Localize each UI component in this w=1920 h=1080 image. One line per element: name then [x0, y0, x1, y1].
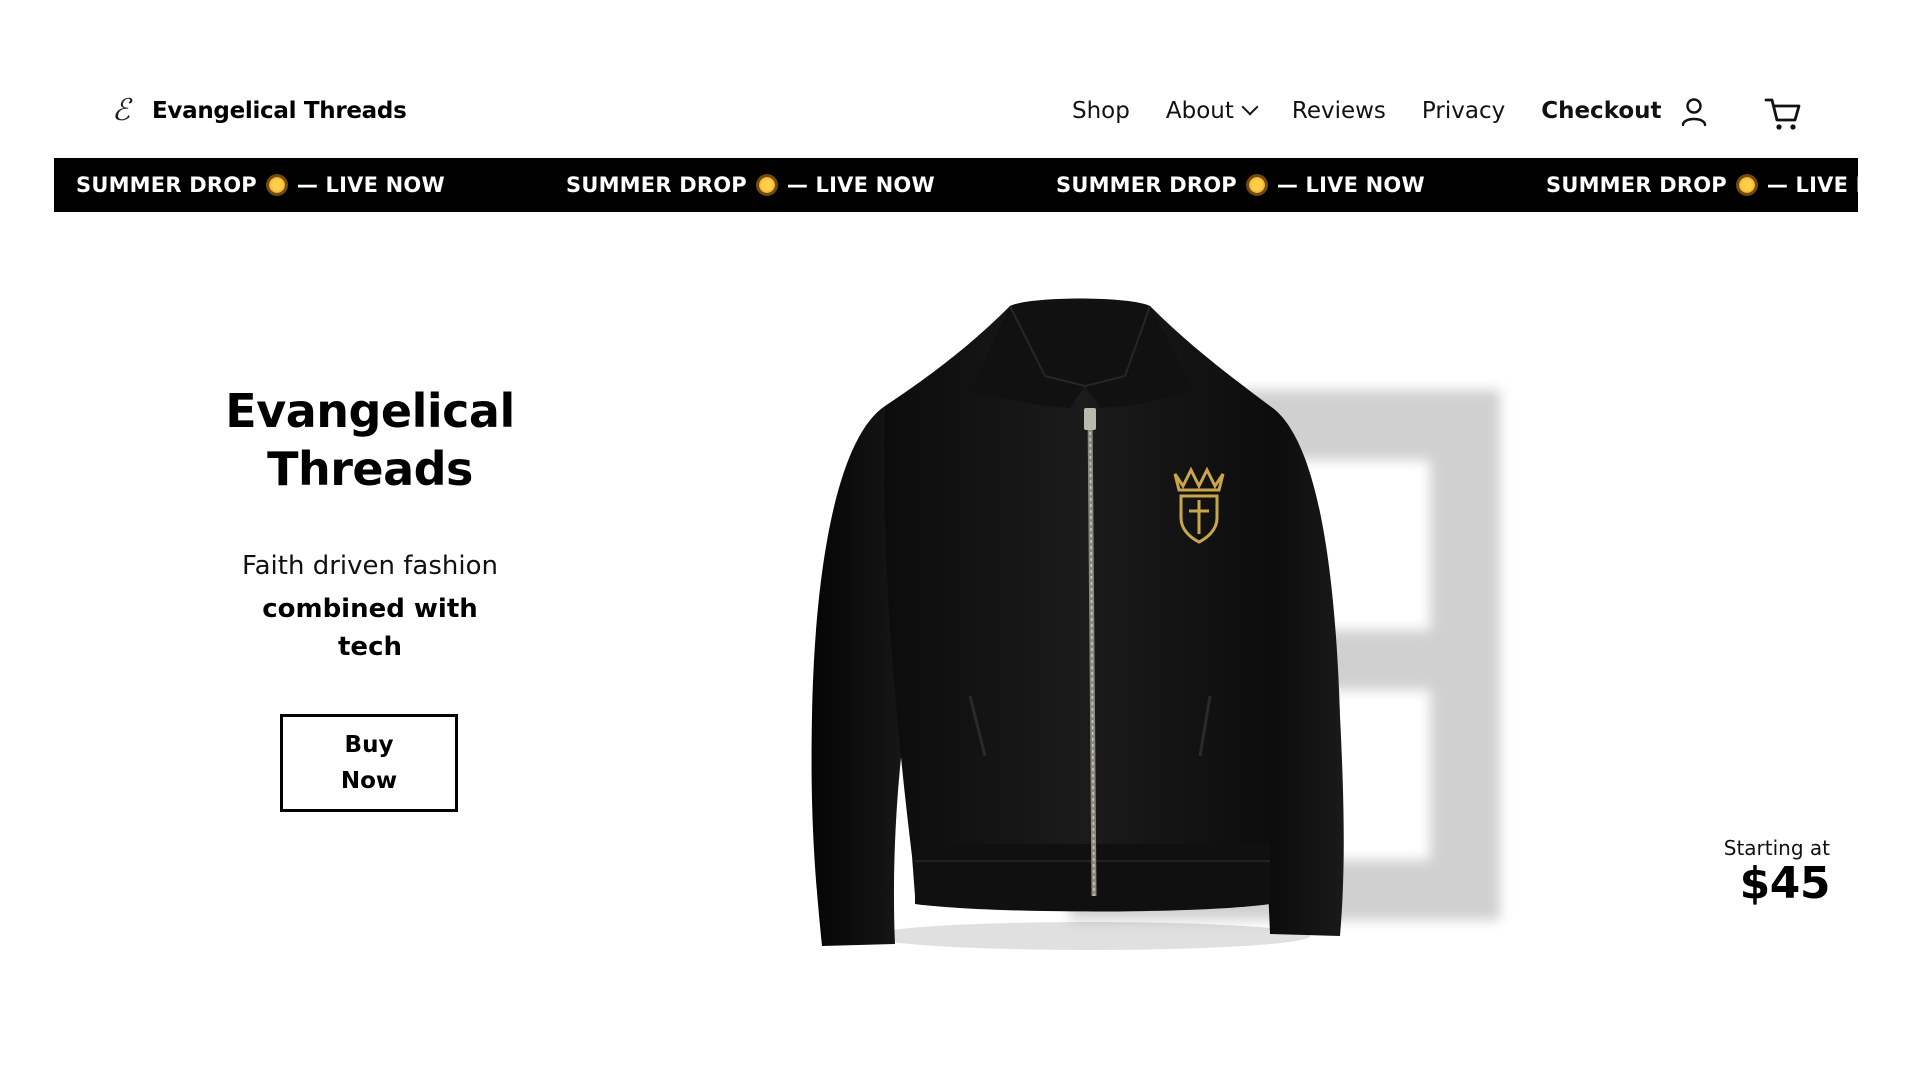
user-icon[interactable] — [1680, 97, 1708, 131]
buy-now-label: Now — [340, 768, 398, 794]
ticker-item: SUMMER DROP — LIVE NOW — [76, 158, 445, 212]
ticker-item: SUMMER DROP — LIVE NOW — [1056, 158, 1425, 212]
ticker-text: SUMMER DROP — [76, 173, 257, 197]
hero-title: Evangelical Threads — [190, 382, 550, 498]
sun-icon — [268, 177, 285, 193]
ticker-item: SUMMER DROP — LIVE NOW — [1546, 158, 1858, 212]
nav-reviews[interactable]: Reviews — [1292, 98, 1386, 124]
ticker-text: — LIVE NOW — [296, 173, 445, 197]
buy-now-button[interactable]: Buy Now — [280, 714, 458, 812]
sun-icon — [758, 177, 775, 193]
brand-logo[interactable]: ℰ Evangelical Threads — [108, 93, 407, 128]
sun-icon — [1248, 177, 1265, 193]
hero-subtitle-bold-line: combined with — [262, 594, 478, 624]
hero-title-line: Threads — [267, 442, 473, 496]
product-jacket-image[interactable] — [800, 296, 1360, 956]
ticker-text: SUMMER DROP — [566, 173, 747, 197]
ticker-item: SUMMER DROP — LIVE NOW — [566, 158, 935, 212]
announcement-ticker: SUMMER DROP — LIVE NOW SUMMER DROP — LIV… — [54, 158, 1858, 212]
chevron-down-icon — [1241, 98, 1259, 116]
nav-about-label: About — [1165, 98, 1234, 124]
buy-now-label: Buy — [344, 732, 394, 758]
ticker-text: — LIVE NOW — [1766, 173, 1858, 197]
price-value: $45 — [1739, 858, 1831, 909]
hero-subtitle-bold-line: tech — [338, 632, 402, 662]
cart-icon[interactable] — [1764, 96, 1802, 136]
ticker-text: SUMMER DROP — [1056, 173, 1237, 197]
sun-icon — [1738, 177, 1755, 193]
nav-checkout[interactable]: Checkout — [1541, 98, 1661, 124]
main-nav: Shop About Reviews Privacy Checkout — [1072, 98, 1698, 124]
nav-shop[interactable]: Shop — [1072, 98, 1130, 124]
ticker-text: — LIVE NOW — [786, 173, 935, 197]
hero-subtitle: Faith driven fashion — [242, 551, 498, 581]
ticker-text: — LIVE NOW — [1276, 173, 1425, 197]
brand-name: Evangelical Threads — [152, 98, 407, 124]
hero-subtitle-bold: combined with tech — [240, 590, 500, 666]
site-header: ℰ Evangelical Threads Shop About Reviews… — [0, 0, 1920, 158]
hero-title-line: Evangelical — [225, 384, 515, 438]
nav-about[interactable]: About — [1165, 98, 1259, 124]
nav-privacy[interactable]: Privacy — [1422, 98, 1505, 124]
logo-monogram-icon: ℰ — [111, 93, 131, 128]
ticker-text: SUMMER DROP — [1546, 173, 1727, 197]
price-label: Starting at — [1723, 836, 1830, 860]
